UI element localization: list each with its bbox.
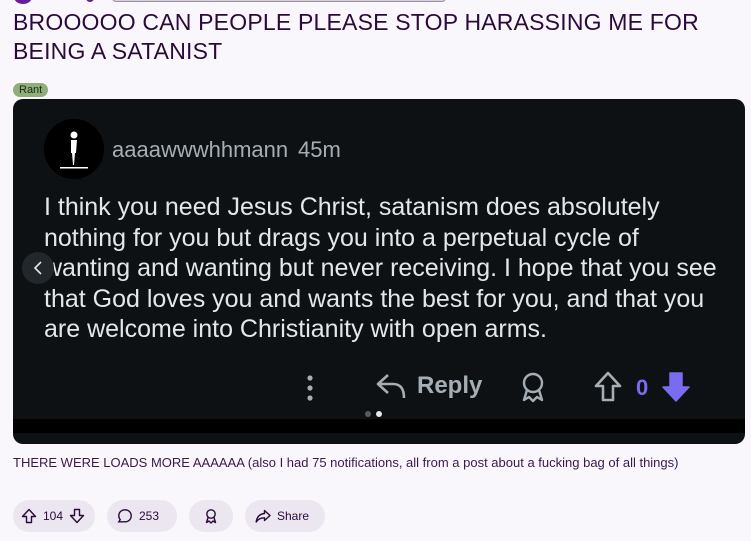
post-flair[interactable]: Rant <box>13 83 49 97</box>
downvote-icon[interactable] <box>69 508 85 524</box>
post-body-text: THERE WERE LOADS MORE AAAAAA (also I had… <box>13 455 679 470</box>
share-label: Share <box>277 509 310 523</box>
award-button[interactable] <box>518 371 548 403</box>
share-button[interactable]: Share <box>245 500 325 532</box>
award-icon <box>522 372 544 403</box>
award-icon <box>205 509 217 524</box>
post-action-bar: 104 253 Share <box>13 500 325 532</box>
award-post-button[interactable] <box>189 500 233 532</box>
post-page: BROOOOO CAN PEOPLE PLEASE STOP HARASSING… <box>0 0 751 541</box>
comment-count: 253 <box>139 509 160 523</box>
upvote-icon[interactable] <box>21 508 37 524</box>
upvote-count: 104 <box>43 509 64 523</box>
post-title[interactable]: BROOOOO CAN PEOPLE PLEASE STOP HARASSING… <box>13 8 743 66</box>
chevron-left-icon <box>33 261 42 275</box>
comment-text: I think you need Jesus Christ, satanism … <box>44 193 717 343</box>
upvote-button[interactable] <box>593 370 623 404</box>
comments-button[interactable]: 253 <box>107 500 177 532</box>
image-gallery[interactable]: aaaawwwhhmann 45m I think you need Jesus… <box>13 99 745 444</box>
reply-icon <box>376 374 406 399</box>
more-options-button[interactable] <box>306 373 314 403</box>
avatar[interactable] <box>44 119 104 179</box>
share-icon <box>255 509 271 523</box>
subreddit-icon[interactable] <box>14 0 32 4</box>
reply-button[interactable]: Reply <box>375 371 482 401</box>
upvote-icon <box>594 371 622 402</box>
downvote-icon <box>662 372 690 402</box>
comment-action-bar: Reply 0 <box>13 367 745 409</box>
separator-dot <box>86 0 94 2</box>
stick-figure-icon <box>44 119 104 179</box>
gallery-prev-button[interactable] <box>22 252 54 284</box>
vote-control: 104 <box>13 500 95 532</box>
header-remnant <box>0 0 751 6</box>
gallery-bottom-strip <box>13 419 745 433</box>
page-dot-1[interactable] <box>365 411 371 417</box>
gallery-pagination[interactable] <box>365 411 382 417</box>
more-vertical-icon <box>307 375 313 401</box>
comment-username[interactable]: aaaawwwhhmann <box>112 137 288 163</box>
downvote-button[interactable] <box>660 370 692 404</box>
comment-icon <box>117 509 132 523</box>
comment-timestamp: 45m <box>298 137 341 162</box>
page-dot-2-active[interactable] <box>376 411 382 417</box>
header-bar <box>112 0 446 2</box>
comment-vote-count: 0 <box>636 375 649 400</box>
reply-label: Reply <box>417 372 483 399</box>
